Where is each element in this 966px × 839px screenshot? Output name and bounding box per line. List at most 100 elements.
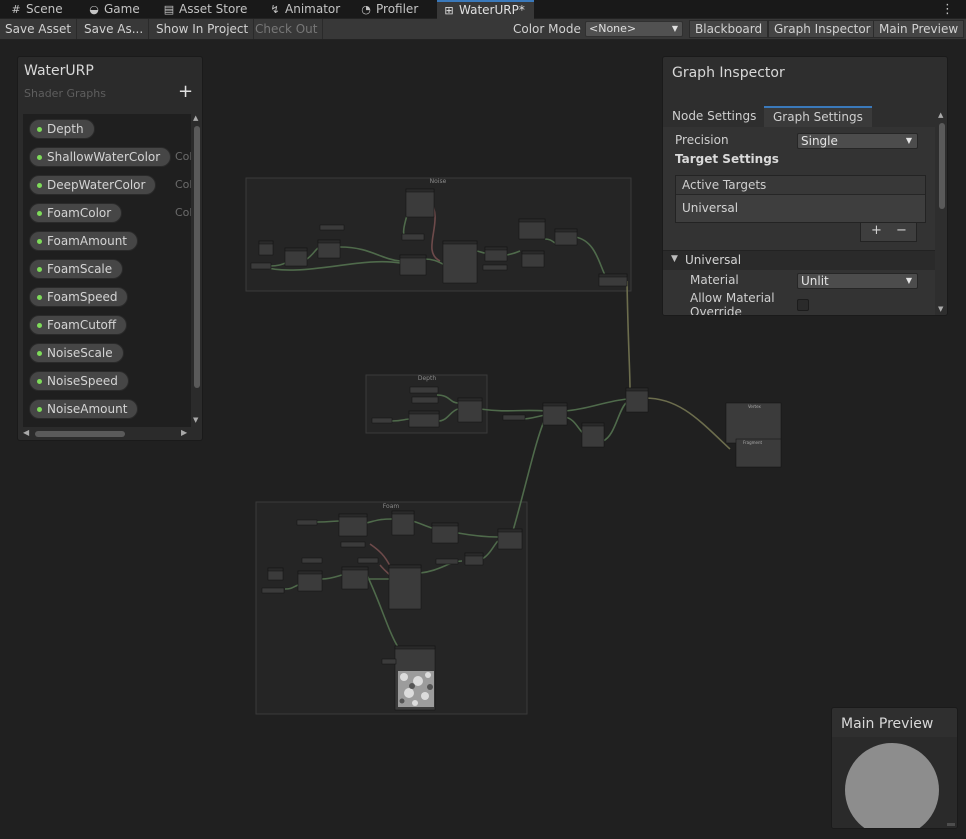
- scroll-left-icon[interactable]: ◀: [23, 428, 29, 437]
- main-preview-toggle[interactable]: Main Preview: [873, 20, 965, 38]
- blackboard-toggle[interactable]: Blackboard: [689, 20, 769, 38]
- allow-material-override-checkbox[interactable]: [797, 299, 809, 311]
- inspector-vertical-scrollbar[interactable]: ▲ ▼: [937, 111, 947, 315]
- scroll-thumb[interactable]: [194, 126, 200, 388]
- save-as-button[interactable]: Save As...: [79, 19, 150, 39]
- node-header: [581, 422, 605, 427]
- node-header: [542, 402, 568, 407]
- node-header: [258, 240, 274, 245]
- inspector-content: Precision Single ▼ Target Settings Active…: [663, 127, 935, 315]
- edge: [564, 398, 629, 412]
- property-node[interactable]: [435, 558, 459, 565]
- node-header: [442, 240, 478, 245]
- property-node[interactable]: [340, 541, 366, 548]
- graph-node[interactable]: [457, 397, 483, 423]
- scroll-thumb[interactable]: [35, 431, 125, 437]
- resize-handle[interactable]: [947, 823, 955, 826]
- graph-inspector-panel: Graph Inspector Node Settings Graph Sett…: [662, 56, 948, 316]
- node-header: [497, 528, 523, 533]
- node-header: [464, 552, 484, 557]
- tab-graph-settings[interactable]: Graph Settings: [764, 106, 872, 127]
- tab-scene[interactable]: # Scene: [10, 0, 62, 19]
- graph-inspector-title: Graph Inspector: [672, 65, 785, 81]
- add-target-button[interactable]: +: [871, 223, 882, 238]
- property-node[interactable]: [371, 417, 393, 424]
- scroll-right-icon[interactable]: ▶: [181, 428, 187, 437]
- property-list: Depth ShallowWaterColor Col DeepWaterColo…: [23, 114, 191, 427]
- property-node[interactable]: [502, 414, 526, 421]
- grid-icon: #: [11, 3, 21, 16]
- property-node[interactable]: [482, 264, 508, 271]
- property-node[interactable]: [250, 262, 272, 270]
- material-dropdown[interactable]: Unlit ▼: [797, 273, 918, 289]
- tab-animator[interactable]: ↯ Animator: [269, 0, 340, 19]
- edge: [626, 280, 631, 390]
- precision-label: Precision: [675, 133, 729, 147]
- scroll-thumb[interactable]: [939, 123, 945, 209]
- more-options-icon[interactable]: ⋮: [941, 0, 954, 19]
- graph-node[interactable]: [405, 188, 435, 218]
- property-node[interactable]: [401, 233, 425, 241]
- property-dot-icon: [37, 155, 42, 160]
- graph-node[interactable]: [388, 564, 422, 610]
- chevron-down-icon: ▼: [905, 136, 912, 145]
- property-dot-icon: [37, 183, 42, 188]
- node-header: [408, 410, 440, 415]
- node-header: [391, 510, 415, 515]
- tab-asset-store[interactable]: ▤ Asset Store: [163, 0, 248, 19]
- scroll-down-icon[interactable]: ▼: [938, 305, 943, 313]
- graph-inspector-toggle[interactable]: Graph Inspector: [768, 20, 877, 38]
- group-depth-title: Depth: [418, 375, 436, 382]
- tab-game[interactable]: ◒ Game: [88, 0, 140, 19]
- property-node[interactable]: [319, 224, 345, 231]
- chevron-down-icon: ▼: [671, 24, 678, 33]
- plus-icon: +: [178, 81, 194, 102]
- add-property-button[interactable]: +: [178, 81, 193, 102]
- node-header: [554, 228, 578, 233]
- graph-node[interactable]: [442, 240, 478, 284]
- graph-node[interactable]: [625, 387, 649, 413]
- tab-waterurp[interactable]: ⊞ WaterURP*: [437, 0, 534, 19]
- property-node[interactable]: [357, 557, 379, 564]
- blackboard-horizontal-scrollbar[interactable]: ◀ ▶: [23, 428, 191, 439]
- scroll-up-icon[interactable]: ▲: [938, 111, 943, 119]
- master-vertex-node[interactable]: [725, 402, 782, 444]
- node-header: [394, 645, 436, 650]
- property-node[interactable]: [296, 519, 318, 526]
- window-tab-bar: # Scene ◒ Game ▤ Asset Store ↯ Animator ◔ Pro…: [0, 0, 966, 19]
- target-settings-heading: Target Settings: [675, 152, 779, 166]
- graph-node[interactable]: [391, 510, 415, 536]
- remove-target-button[interactable]: −: [896, 223, 907, 238]
- blackboard-vertical-scrollbar[interactable]: ▲ ▼: [192, 114, 202, 427]
- check-out-button[interactable]: Check Out: [250, 19, 324, 39]
- show-in-project-button[interactable]: Show In Project: [151, 19, 255, 39]
- property-dot-icon: [37, 295, 42, 300]
- group-foam-title: Foam: [383, 503, 400, 510]
- property-node[interactable]: [301, 557, 323, 564]
- color-mode-dropdown[interactable]: <None> ▼: [585, 21, 683, 37]
- property-dot-icon: [37, 267, 42, 272]
- tab-node-settings[interactable]: Node Settings: [663, 106, 765, 127]
- precision-dropdown[interactable]: Single ▼: [797, 133, 918, 149]
- preview-viewport[interactable]: [832, 737, 957, 828]
- property-node[interactable]: [261, 587, 285, 594]
- save-asset-button[interactable]: Save Asset: [0, 19, 78, 39]
- allow-material-override-label: Allow Material: [690, 291, 775, 305]
- universal-section-header[interactable]: ▼ Universal: [663, 250, 935, 270]
- chevron-down-icon: ▼: [905, 276, 912, 285]
- property-node[interactable]: [381, 658, 397, 665]
- property-node[interactable]: [411, 396, 439, 404]
- node-header: [598, 273, 628, 278]
- node-header: [457, 397, 483, 402]
- gamepad-icon: ◒: [89, 3, 99, 16]
- target-item-universal[interactable]: Universal: [682, 201, 738, 215]
- graph-node[interactable]: [581, 422, 605, 448]
- inspector-tabs: Node Settings Graph Settings: [663, 106, 935, 127]
- node-header: [518, 218, 546, 223]
- blackboard-panel: WaterURP Shader Graphs + Depth ShallowWa…: [17, 56, 203, 441]
- scroll-up-icon[interactable]: ▲: [193, 114, 198, 122]
- property-node[interactable]: [409, 386, 439, 394]
- store-icon: ▤: [163, 3, 175, 16]
- tab-profiler[interactable]: ◔ Profiler: [360, 0, 418, 19]
- scroll-down-icon[interactable]: ▼: [193, 416, 198, 424]
